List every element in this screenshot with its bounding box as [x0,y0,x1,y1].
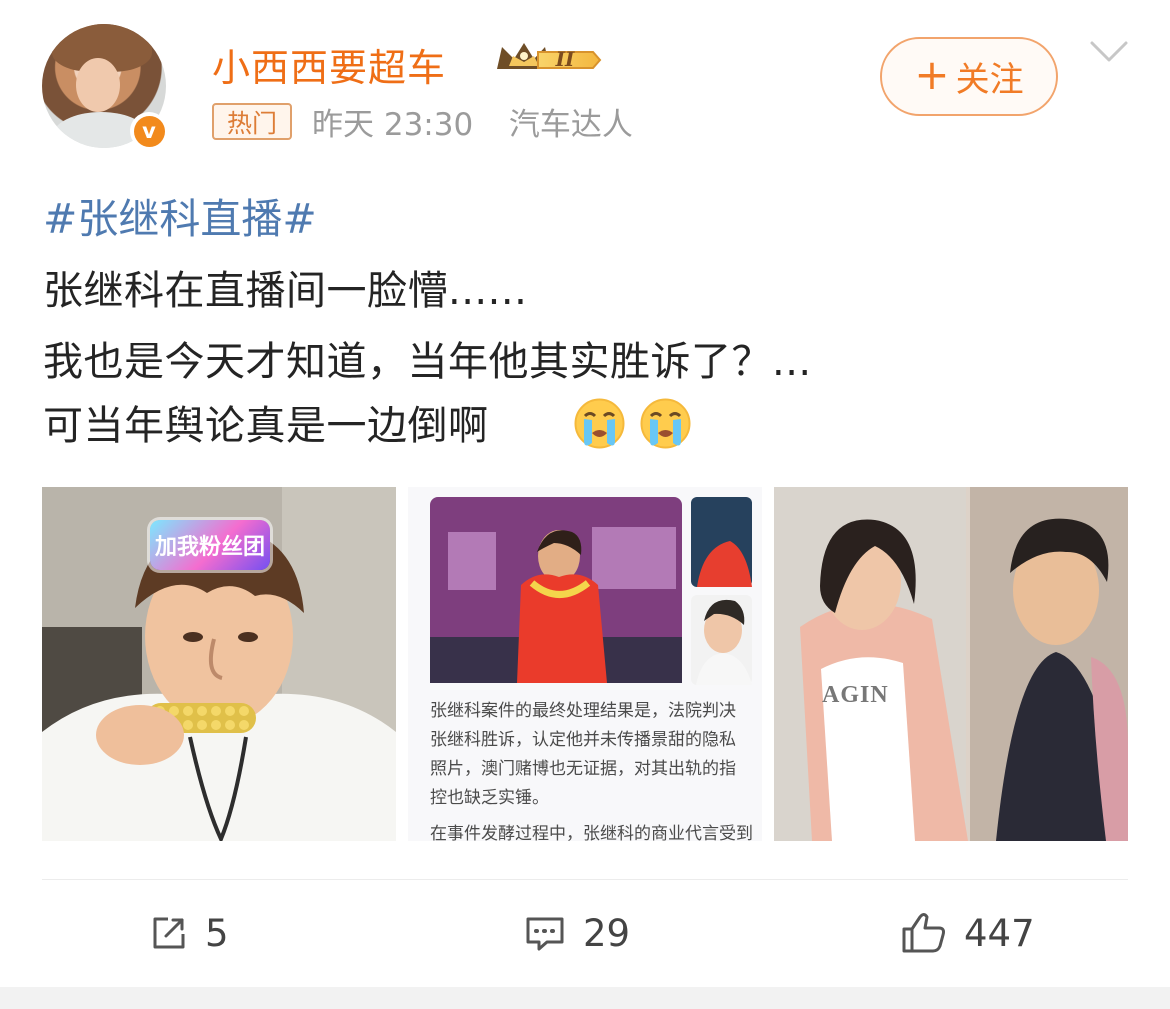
crying-face-emoji-icon [574,398,625,449]
avatar-face [76,58,120,112]
post-meta: 昨天 23:30 汽车达人 [312,99,633,144]
comment-icon [526,917,564,951]
like-button[interactable]: 447 [900,903,1035,963]
topic-link[interactable]: #张继科直播# [43,185,317,245]
hot-tag: 热门 [212,103,292,140]
comment-button[interactable]: 29 [523,903,630,963]
comment-count: 29 [583,911,631,955]
repost-button[interactable]: 5 [149,903,229,963]
follow-label: 关注 [955,60,1024,100]
like-count: 447 [964,911,1035,955]
post-text-line-1: 张继科在直播间一脸懵...... [43,268,528,314]
crying-face-emoji-icon [640,398,691,449]
post-text-line-2: 我也是今天才知道，当年他其实胜诉了？... [43,339,812,385]
two-person-photo-illustration [774,487,1128,841]
post-image-3[interactable]: AGIN [774,487,1128,841]
shirt-print-text: AGIN [822,682,889,708]
post-time: 昨天 23:30 [312,107,474,143]
action-divider [42,879,1128,880]
post-text-line-3: 可当年舆论真是一边倒啊 [43,403,489,449]
verified-icon: v [130,112,168,150]
level-badge-text: II [555,47,575,71]
verified-mark: v [133,115,165,147]
thumbs-up-icon [902,913,945,953]
chevron-down-icon[interactable] [1088,38,1130,66]
plus-icon: + [914,49,950,99]
bottom-spacer [0,987,1170,1009]
post-image-2[interactable]: 张继科案件的最终处理结果是，法院判决张继科胜诉，认定他并未传播景甜的隐私照片，澳… [408,487,762,841]
repost-count: 5 [205,911,229,955]
fan-group-badge[interactable]: 加我粉丝团 [150,520,270,570]
follow-button[interactable]: + 关注 [880,37,1058,116]
post-image-1[interactable]: 加我粉丝团 [42,487,396,841]
crown-level-badge-icon[interactable]: II [490,38,605,80]
post-source: 汽车达人 [508,107,633,143]
news-caption-text-continued: 在事件发酵过程中，张继科的商业代言受到 [430,824,753,841]
repost-icon [153,917,185,949]
author-name[interactable]: 小西西要超车 [212,37,446,90]
news-caption-text: 张继科案件的最终处理结果是，法院判决张继科胜诉，认定他并未传播景甜的隐私照片，澳… [430,701,736,808]
